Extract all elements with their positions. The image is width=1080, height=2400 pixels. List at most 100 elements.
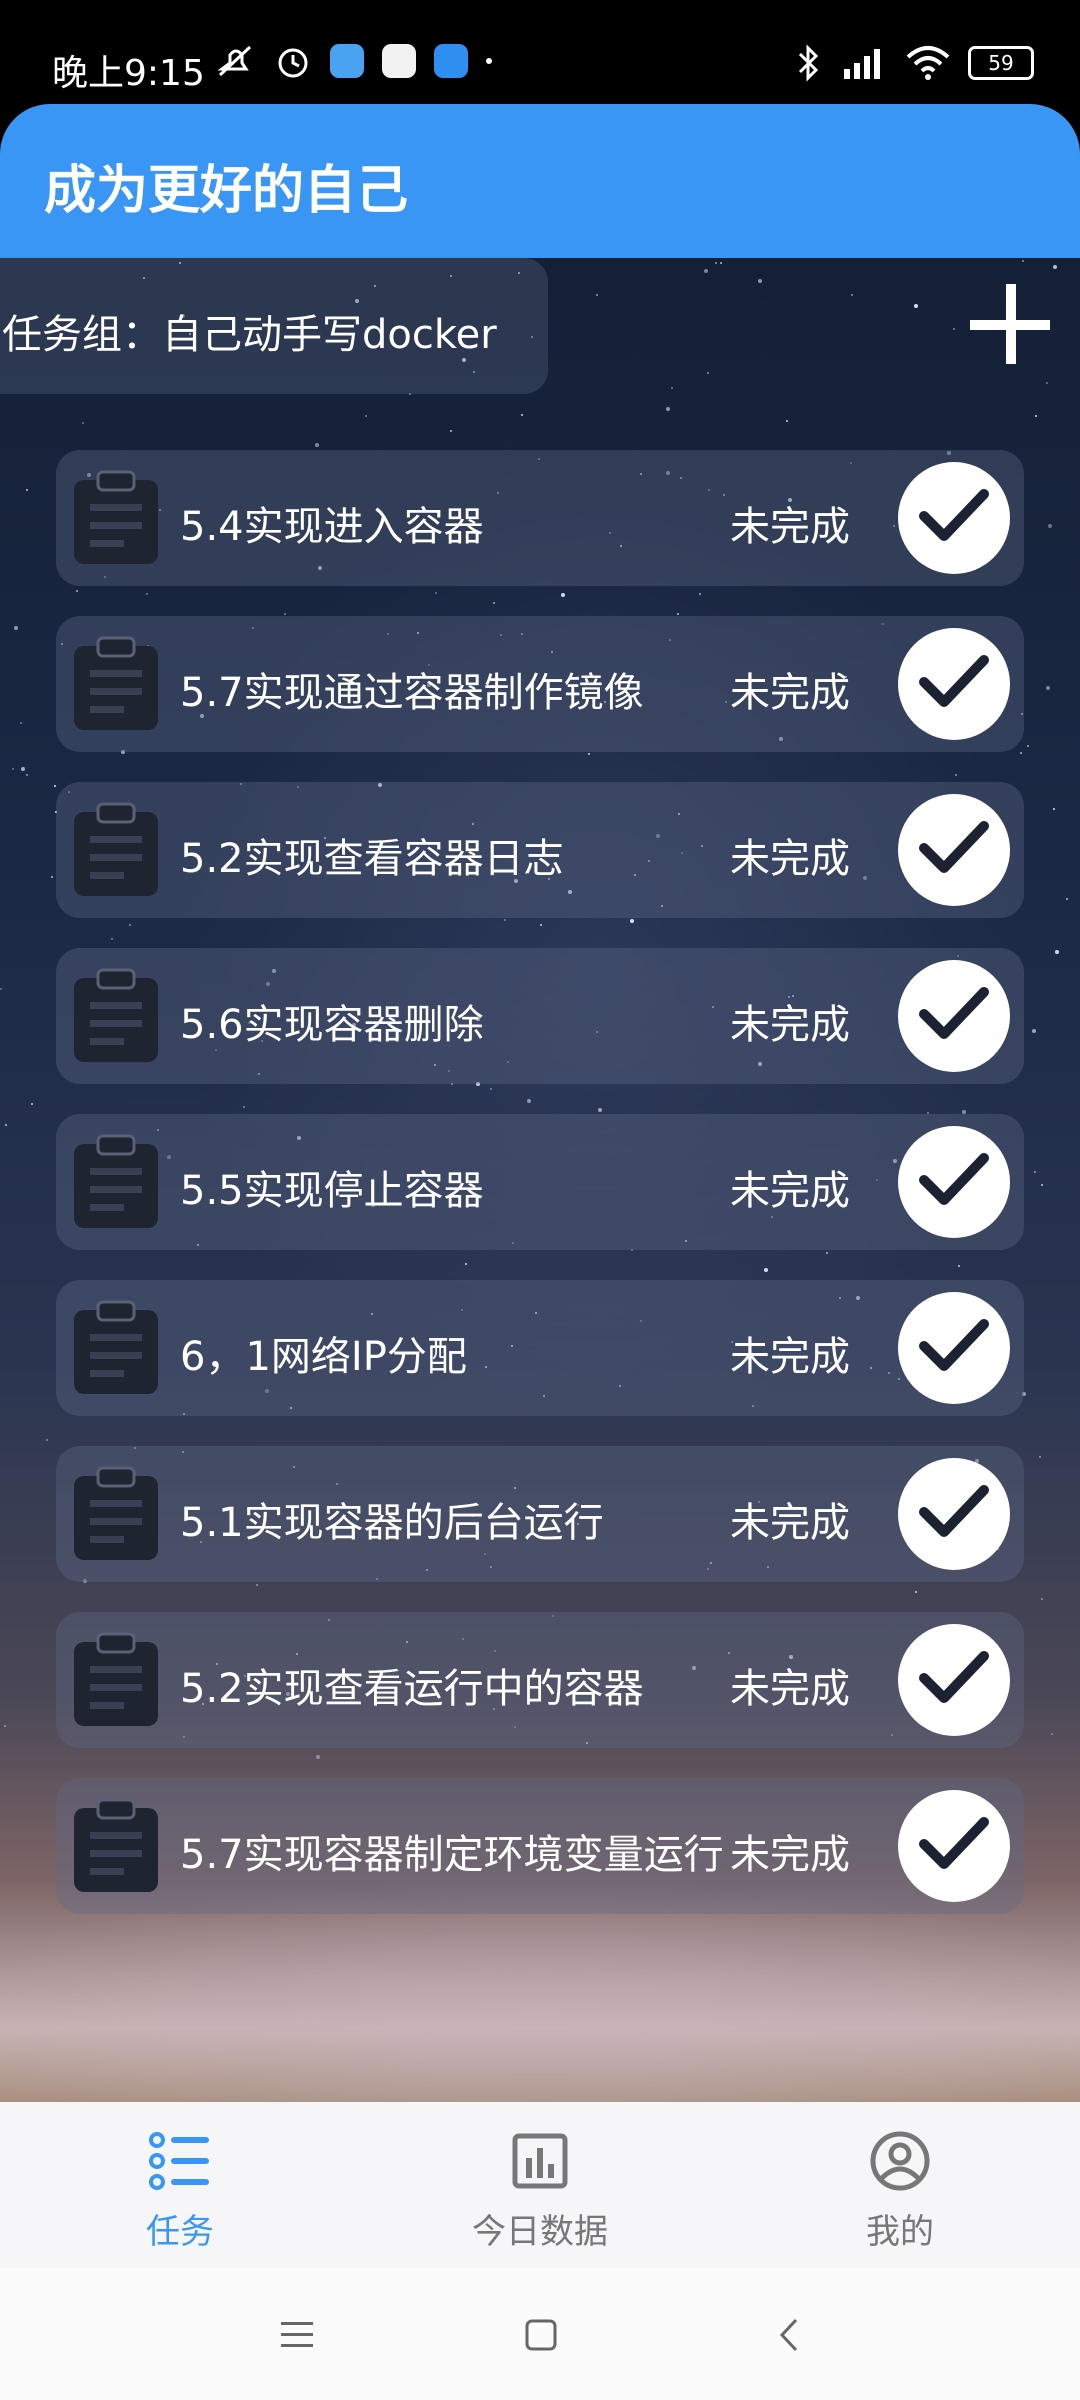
star-dot [82, 422, 84, 424]
star-dot [1046, 686, 1050, 690]
star-dot [1053, 265, 1057, 269]
wifi-icon [906, 46, 950, 80]
more-dot-icon [486, 58, 492, 64]
task-list-area: 任务组：自己动手写docker 5.4实现进入容器 未完成 5.7实现通过容器制作镜… [0, 258, 1080, 2102]
star-dot [707, 372, 709, 374]
clipboard-icon [74, 1798, 158, 1892]
star-dot [146, 593, 148, 595]
star-dot [26, 489, 28, 491]
task-row[interactable]: 5.7实现容器制定环境变量运行 未完成 [56, 1778, 1024, 1914]
page-title: 成为更好的自己 [44, 161, 409, 221]
app-notification-icon [330, 44, 364, 78]
complete-button[interactable] [898, 960, 1010, 1072]
task-name: 5.4实现进入容器 [180, 504, 484, 550]
task-row[interactable]: 6，1网络IP分配 未完成 [56, 1280, 1024, 1416]
task-status: 未完成 [730, 1334, 850, 1380]
task-status: 未完成 [730, 1666, 850, 1712]
star-dot [315, 443, 319, 447]
task-row[interactable]: 5.5实现停止容器 未完成 [56, 1114, 1024, 1250]
task-row[interactable]: 5.6实现容器删除 未完成 [56, 948, 1024, 1084]
complete-button[interactable] [898, 462, 1010, 574]
task-group-bar[interactable]: 任务组：自己动手写docker [0, 258, 548, 394]
star-dot [0, 988, 2, 990]
profile-icon [870, 2131, 930, 2191]
star-dot [76, 590, 78, 592]
task-name: 5.1实现容器的后台运行 [180, 1500, 604, 1546]
nav-today-data-label: 今日数据 [472, 2212, 608, 2252]
star-dot [953, 328, 955, 330]
task-status: 未完成 [730, 836, 850, 882]
check-icon [919, 1651, 989, 1703]
task-row[interactable]: 5.2实现查看容器日志 未完成 [56, 782, 1024, 918]
complete-button[interactable] [898, 628, 1010, 740]
star-dot [435, 592, 437, 594]
star-dot [1035, 415, 1037, 417]
menu-icon[interactable] [278, 2316, 316, 2354]
check-icon [919, 821, 989, 873]
star-dot [704, 269, 708, 273]
star-dot [284, 613, 286, 615]
nav-tasks-label: 任务 [146, 2212, 214, 2252]
star-dot [1055, 950, 1059, 954]
star-dot [1048, 524, 1052, 528]
star-dot [26, 774, 28, 776]
clipboard-icon [74, 1466, 158, 1560]
star-dot [111, 938, 113, 940]
star-dot [1046, 382, 1048, 384]
star-dot [915, 1591, 917, 1593]
star-dot [450, 430, 452, 432]
nav-tasks[interactable]: 任务 [60, 2128, 300, 2253]
task-name: 5.5实现停止容器 [180, 1168, 484, 1214]
clipboard-icon [74, 968, 158, 1062]
task-name: 5.2实现查看运行中的容器 [180, 1666, 644, 1712]
task-row[interactable]: 5.2实现查看运行中的容器 未完成 [56, 1612, 1024, 1748]
star-dot [561, 593, 565, 597]
star-dot [1027, 745, 1029, 747]
star-dot [786, 420, 788, 422]
star-dot [51, 876, 53, 878]
star-dot [527, 1099, 531, 1103]
star-dot [521, 414, 523, 416]
star-dot [1041, 1184, 1043, 1186]
complete-button[interactable] [898, 1126, 1010, 1238]
check-icon [919, 1319, 989, 1371]
battery-level: 59 [988, 51, 1014, 75]
signal-icon [844, 49, 880, 79]
complete-button[interactable] [898, 1790, 1010, 1902]
home-icon[interactable] [522, 2316, 560, 2354]
star-dot [316, 1755, 320, 1759]
star-dot [5, 1124, 7, 1126]
add-task-button[interactable] [966, 280, 1054, 368]
star-dot [955, 774, 957, 776]
check-icon [919, 1817, 989, 1869]
task-row[interactable]: 5.1实现容器的后台运行 未完成 [56, 1446, 1024, 1582]
system-navigation-bar [0, 2268, 1080, 2400]
task-name: 5.7实现容器制定环境变量运行 [180, 1832, 724, 1878]
task-row[interactable]: 5.4实现进入容器 未完成 [56, 450, 1024, 586]
star-dot [21, 767, 25, 771]
star-dot [630, 919, 634, 923]
complete-button[interactable] [898, 1458, 1010, 1570]
nav-mine[interactable]: 我的 [780, 2128, 1020, 2253]
complete-button[interactable] [898, 1624, 1010, 1736]
complete-button[interactable] [898, 794, 1010, 906]
mute-icon [217, 45, 252, 77]
list-icon [149, 2132, 209, 2190]
star-dot [715, 262, 717, 264]
star-dot [826, 1252, 828, 1254]
complete-button[interactable] [898, 1292, 1010, 1404]
star-dot [596, 294, 598, 296]
check-icon [919, 1153, 989, 1205]
task-status: 未完成 [730, 1500, 850, 1546]
star-dot [1020, 752, 1022, 754]
back-icon[interactable] [770, 2316, 808, 2354]
clipboard-icon [74, 1300, 158, 1394]
nav-today-data[interactable]: 今日数据 [420, 2128, 660, 2253]
star-dot [914, 304, 918, 308]
task-row[interactable]: 5.7实现通过容器制作镜像 未完成 [56, 616, 1024, 752]
status-bar: 晚上9:15 59 [0, 0, 1080, 104]
star-dot [1066, 898, 1068, 900]
star-dot [504, 919, 506, 921]
status-time: 晚上9:15 [52, 53, 205, 94]
star-dot [20, 722, 22, 724]
